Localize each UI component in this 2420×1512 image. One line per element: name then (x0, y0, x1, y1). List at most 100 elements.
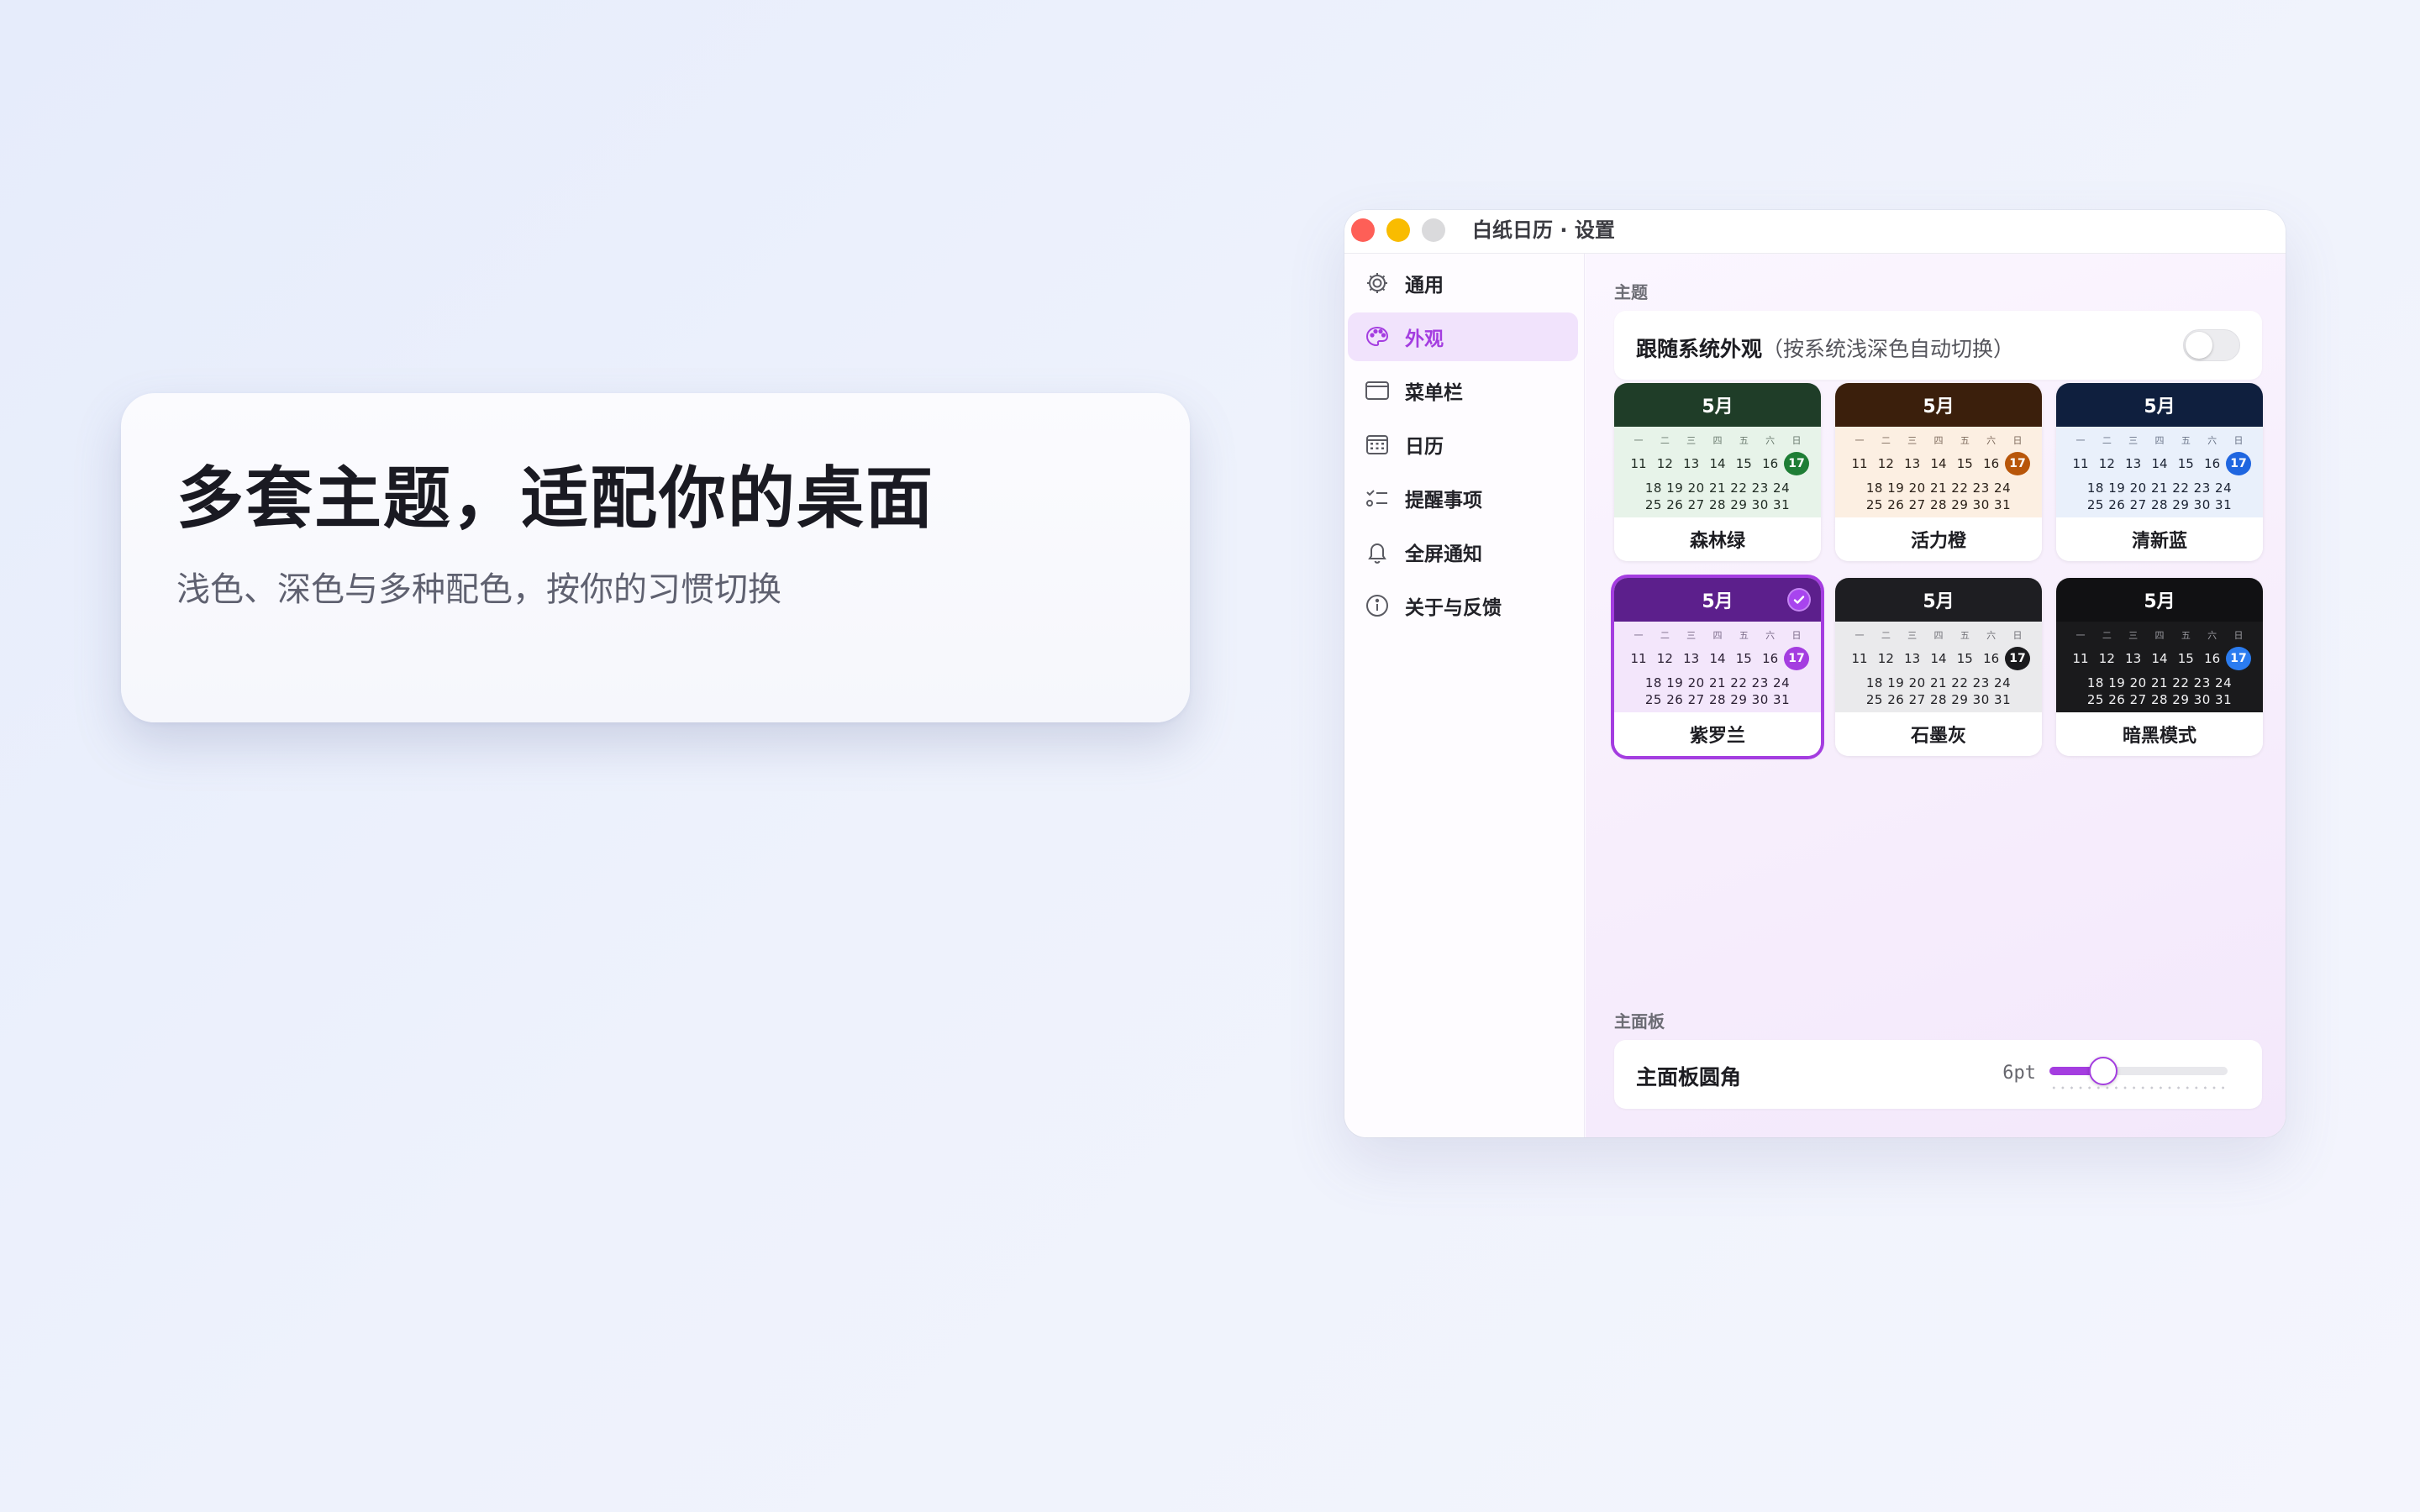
close-button[interactable] (1351, 218, 1375, 242)
sidebar-item-menubar[interactable]: 菜单栏 (1348, 366, 1578, 415)
weekday-label: 一 (1854, 435, 1865, 446)
sidebar-item-fullscreen-notification[interactable]: 全屏通知 (1348, 528, 1578, 576)
zoom-button[interactable] (1422, 218, 1445, 242)
date-row: 11 12 13 14 15 16 17 (1845, 647, 2032, 670)
date-row: 11 12 13 14 15 16 17 (2066, 452, 2253, 475)
theme-card-month: 5月 (2144, 396, 2175, 417)
checkmark-icon (1787, 588, 1811, 612)
today-marker: 17 (2004, 647, 2030, 670)
weekday-label: 一 (1634, 630, 1644, 641)
weekday-label: 二 (1881, 435, 1891, 446)
date-cell: 11 (1851, 456, 1868, 471)
weekday-row: 一二三四五六日 (1845, 433, 2032, 447)
theme-card-header: 5月 (2056, 578, 2263, 622)
theme-card-month: 5月 (1702, 591, 1733, 612)
date-row: 11 12 13 14 15 16 17 (1624, 452, 1811, 475)
theme-card[interactable]: 5月一 二 三 四 五 六 日 11 12 13 14 15 16 17 18 19 20 21 22 23… (1614, 383, 1821, 561)
sidebar-item-about[interactable]: 关于与反馈 (1348, 581, 1578, 630)
theme-card-name: 紫罗兰 (1614, 712, 1821, 756)
sidebar-item-general[interactable]: 通用 (1348, 259, 1578, 307)
weekday-label: 五 (2181, 435, 2191, 446)
date-cell: 12 (1656, 456, 1673, 471)
follow-system-toggle[interactable] (2183, 329, 2240, 361)
today-marker: 17 (2225, 647, 2251, 670)
weekday-row: 一二三四五六日 (1845, 628, 2032, 642)
sidebar-item-label: 全屏通知 (1405, 543, 1482, 565)
sidebar-item-label: 外观 (1405, 328, 1444, 350)
date-row: 18 19 20 21 22 23 24 (1865, 675, 2012, 690)
date-cell: 14 (1930, 456, 1947, 471)
promo-card: 多套主题，适配你的桌面 浅色、深色与多种配色，按你的习惯切换 (121, 393, 1190, 722)
sidebar-item-reminders[interactable]: 提醒事项 (1348, 474, 1578, 522)
date-cell: 12 (2098, 651, 2115, 666)
date-row: 25 26 27 28 29 30 31 (2086, 692, 2233, 707)
sidebar-item-calendar[interactable]: 日历 (1348, 420, 1578, 469)
weekday-label: 五 (1960, 630, 1970, 641)
theme-card-month: 5月 (2144, 591, 2175, 612)
weekday-label: 三 (2128, 630, 2139, 641)
calendar-icon (1363, 430, 1392, 459)
today-marker: 17 (1783, 647, 1809, 670)
date-cell: 13 (1683, 456, 1700, 471)
weekday-label: 一 (1634, 435, 1644, 446)
date-cell: 15 (1956, 651, 1973, 666)
date-row: 11 12 13 14 15 16 17 (2066, 647, 2253, 670)
weekday-label: 日 (2233, 630, 2244, 641)
follow-system-label: 跟随系统外观（按系统浅深色自动切换） (1636, 337, 2015, 361)
date-cell: 11 (2072, 651, 2089, 666)
theme-card-name: 清新蓝 (2056, 517, 2263, 561)
weekday-label: 六 (1765, 435, 1776, 446)
date-cell: 15 (1956, 456, 1973, 471)
weekday-label: 一 (2075, 435, 2086, 446)
weekday-label: 四 (1933, 630, 1944, 641)
theme-card[interactable]: 5月一 二 三 四 五 六 日 11 12 13 14 15 16 17 18 19 20 21 22 23… (1835, 383, 2042, 561)
theme-card[interactable]: 5月一 二 三 四 五 六 日 11 12 13 14 15 16 17 18 19 20 21 22 23… (1614, 578, 1821, 756)
date-cell: 13 (2125, 651, 2142, 666)
date-cell: 15 (1735, 456, 1752, 471)
date-row: 18 19 20 21 22 23 24 (2086, 480, 2233, 496)
weekday-label: 四 (2154, 435, 2165, 446)
date-cell: 16 (2204, 456, 2221, 471)
theme-card-calendar: 一 二 三 四 五 六 日 11 12 13 14 15 16 17 18 19 20 21 22 23 2… (1835, 622, 2042, 712)
date-row: 25 26 27 28 29 30 31 (1865, 497, 2012, 512)
theme-card[interactable]: 5月一 二 三 四 五 六 日 11 12 13 14 15 16 17 18 19 20 21 22 23… (2056, 578, 2263, 756)
weekday-label: 三 (1686, 630, 1697, 641)
weekday-label: 三 (1907, 435, 1918, 446)
date-cell: 14 (1709, 456, 1726, 471)
weekday-row: 一二三四五六日 (2066, 628, 2253, 642)
theme-card-name: 暗黑模式 (2056, 712, 2263, 756)
date-cell: 12 (1877, 456, 1894, 471)
sidebar-item-appearance[interactable]: 外观 (1348, 312, 1578, 361)
weekday-label: 四 (2154, 630, 2165, 641)
date-cell: 16 (1762, 456, 1779, 471)
theme-card[interactable]: 5月一 二 三 四 五 六 日 11 12 13 14 15 16 17 18 19 20 21 22 23… (1835, 578, 2042, 756)
sidebar-item-label: 关于与反馈 (1405, 597, 1502, 619)
weekday-label: 一 (2075, 630, 2086, 641)
theme-card-header: 5月 (1614, 578, 1821, 622)
weekday-label: 四 (1712, 435, 1723, 446)
date-row: 25 26 27 28 29 30 31 (2086, 497, 2233, 512)
minimize-button[interactable] (1386, 218, 1410, 242)
theme-card[interactable]: 5月一 二 三 四 五 六 日 11 12 13 14 15 16 17 18 19 20 21 22 23… (2056, 383, 2263, 561)
date-row: 11 12 13 14 15 16 17 (1845, 452, 2032, 475)
date-cell: 14 (1930, 651, 1947, 666)
title-bar: 白纸日历 · 设置 (1344, 210, 2286, 254)
corner-radius-slider[interactable] (2049, 1057, 2228, 1085)
weekday-row: 一二三四五六日 (1624, 433, 1811, 447)
slider-thumb[interactable] (2088, 1057, 2118, 1085)
weekday-label: 六 (1765, 630, 1776, 641)
weekday-label: 五 (1739, 435, 1749, 446)
theme-card-month: 5月 (1923, 591, 1954, 612)
weekday-row: 一二三四五六日 (2066, 433, 2253, 447)
date-cell: 11 (2072, 456, 2089, 471)
weekday-label: 六 (2207, 435, 2217, 446)
promo-subtitle: 浅色、深色与多种配色，按你的习惯切换 (176, 570, 781, 609)
weekday-label: 一 (1854, 630, 1865, 641)
theme-card-header: 5月 (1835, 578, 2042, 622)
date-cell: 15 (2177, 456, 2194, 471)
today-marker: 17 (2225, 452, 2251, 475)
date-cell: 16 (1983, 456, 2000, 471)
weekday-label: 三 (2128, 435, 2139, 446)
date-row: 18 19 20 21 22 23 24 (1644, 480, 1791, 496)
info-icon (1363, 591, 1392, 620)
